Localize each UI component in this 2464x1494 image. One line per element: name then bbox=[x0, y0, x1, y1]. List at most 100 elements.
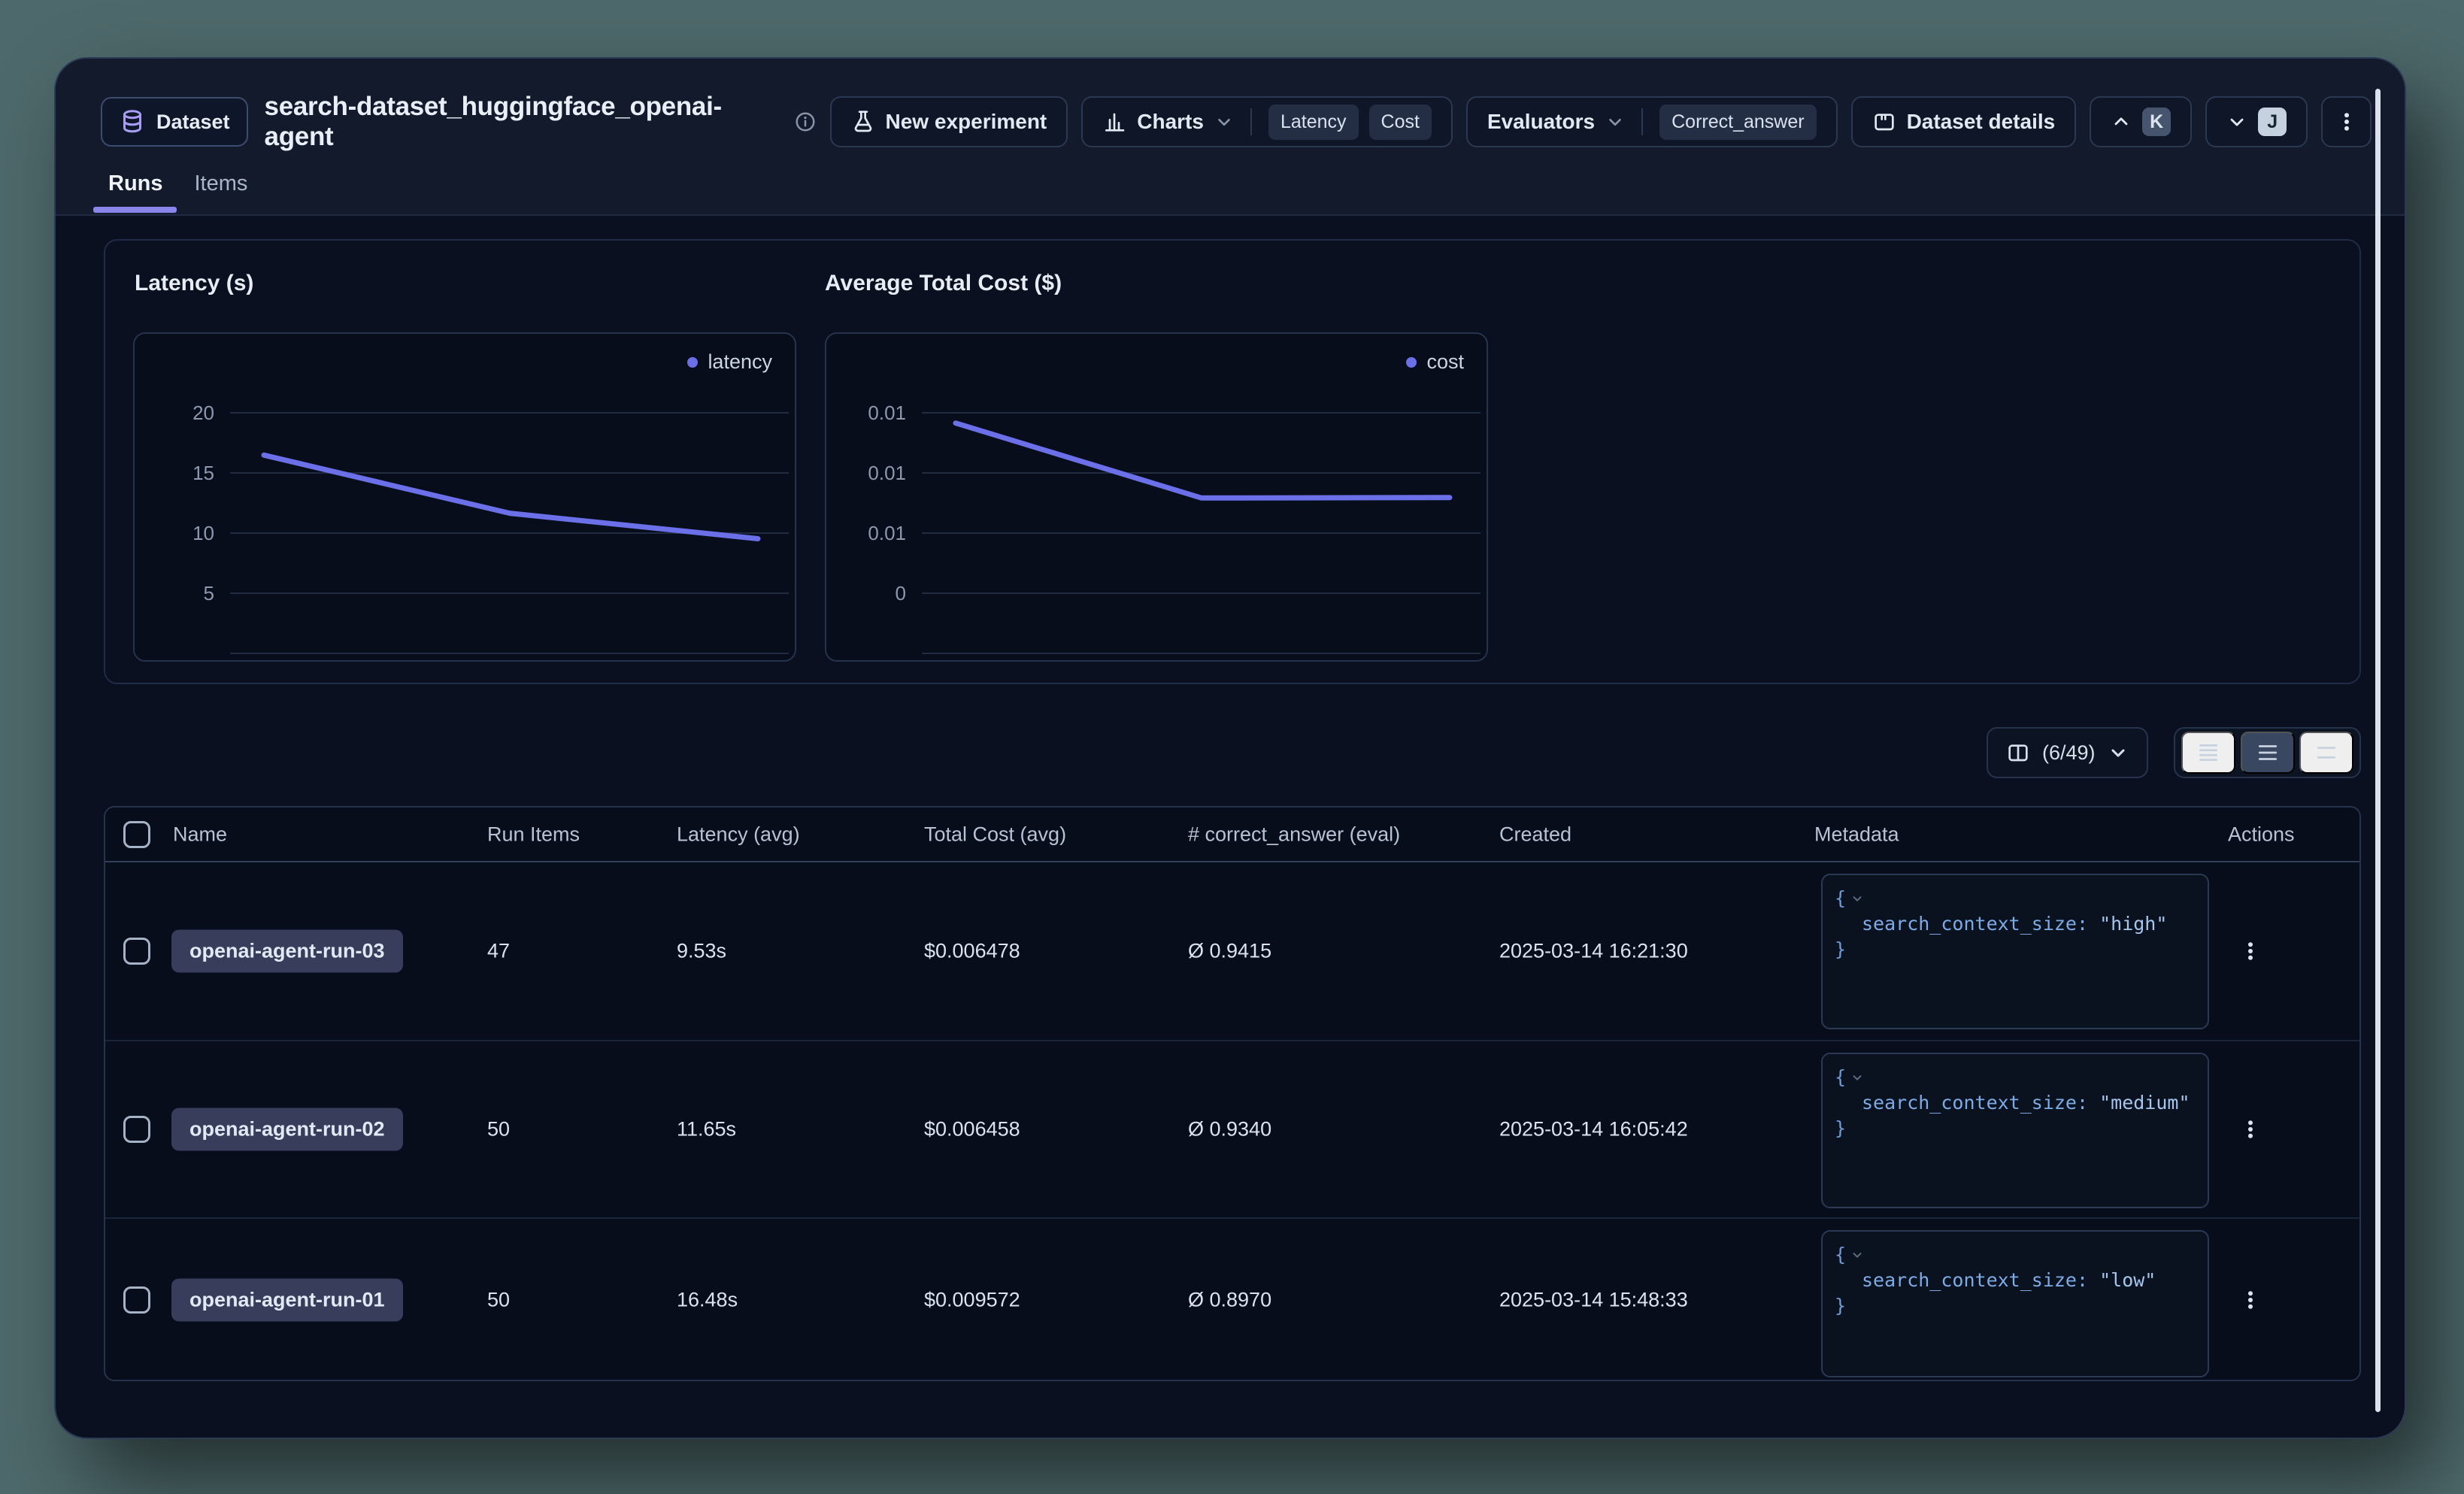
y-tick: 0.01 bbox=[837, 521, 906, 545]
run-items-cell: 50 bbox=[487, 1289, 510, 1312]
tab-bar: Runs Items bbox=[108, 171, 247, 214]
latency-chart-card: latency 20 15 10 5 bbox=[133, 332, 796, 662]
run-name-badge[interactable]: openai-agent-run-01 bbox=[171, 1279, 403, 1322]
column-visibility-button[interactable]: (6/49) bbox=[1987, 727, 2148, 778]
evaluators-menu-label: Evaluators bbox=[1487, 110, 1595, 134]
tab-runs[interactable]: Runs bbox=[108, 171, 163, 214]
active-tab-underline bbox=[93, 207, 177, 213]
cost-chart-title: Average Total Cost ($) bbox=[825, 271, 1062, 296]
evaluators-menu-group[interactable]: Evaluators Correct_answer bbox=[1466, 96, 1838, 147]
charts-menu-group[interactable]: Charts Latency Cost bbox=[1081, 96, 1453, 147]
correct-answer-cell: Ø 0.9340 bbox=[1188, 1118, 1271, 1141]
latency-line-chart bbox=[230, 334, 789, 663]
metadata-key: search_context_size: bbox=[1862, 1092, 2088, 1114]
chevron-down-icon bbox=[1214, 112, 1234, 132]
chevron-down-icon bbox=[1605, 112, 1625, 132]
created-cell: 2025-03-14 15:48:33 bbox=[1499, 1289, 1688, 1312]
y-tick: 10 bbox=[145, 521, 214, 545]
total-cost-cell: $0.006458 bbox=[924, 1118, 1020, 1141]
metadata-json-viewer: { search_context_size: "medium" } bbox=[1821, 1053, 2209, 1208]
json-collapse-chevron-icon[interactable] bbox=[1850, 892, 1864, 905]
dataset-details-label: Dataset details bbox=[1907, 110, 2056, 134]
json-collapse-chevron-icon[interactable] bbox=[1850, 1071, 1864, 1084]
latency-series-line bbox=[264, 455, 758, 538]
metadata-key: search_context_size: bbox=[1862, 913, 2088, 935]
row-checkbox[interactable] bbox=[123, 1286, 150, 1314]
metadata-key: search_context_size: bbox=[1862, 1269, 2088, 1291]
shortcut-key-j: J bbox=[2258, 108, 2287, 136]
chevron-down-icon bbox=[2226, 111, 2247, 132]
table-row[interactable]: openai-agent-run-01 50 16.48s $0.009572 … bbox=[105, 1217, 2359, 1381]
row-actions-kebab-button[interactable] bbox=[2239, 1118, 2262, 1141]
row-height-large-button[interactable] bbox=[2299, 732, 2353, 774]
column-header-total-cost[interactable]: Total Cost (avg) bbox=[924, 823, 1066, 846]
next-run-shortcut-button[interactable]: J bbox=[2205, 96, 2308, 147]
info-icon[interactable] bbox=[794, 111, 817, 133]
charts-section: Latency (s) Average Total Cost ($) laten… bbox=[104, 239, 2361, 684]
column-header-correct-answer[interactable]: # correct_answer (eval) bbox=[1188, 823, 1400, 846]
cost-line-chart bbox=[922, 334, 1481, 663]
table-row[interactable]: openai-agent-run-03 47 9.53s $0.006478 Ø… bbox=[105, 862, 2359, 1040]
evaluator-badge-correct-answer[interactable]: Correct_answer bbox=[1659, 105, 1816, 140]
row-height-medium-button[interactable] bbox=[2241, 732, 2295, 774]
runs-table: Name Run Items Latency (avg) Total Cost … bbox=[104, 806, 2361, 1381]
prev-run-shortcut-button[interactable]: K bbox=[2090, 96, 2192, 147]
column-header-actions: Actions bbox=[2228, 823, 2295, 846]
run-items-cell: 50 bbox=[487, 1118, 510, 1141]
column-header-run-items[interactable]: Run Items bbox=[487, 823, 580, 846]
database-icon bbox=[119, 108, 146, 135]
column-header-name[interactable]: Name bbox=[173, 823, 227, 846]
latency-cell: 9.53s bbox=[677, 940, 726, 963]
select-all-checkbox[interactable] bbox=[123, 821, 150, 848]
y-tick: 0.01 bbox=[837, 401, 906, 425]
chart-badge-cost[interactable]: Cost bbox=[1369, 105, 1432, 140]
metadata-json-viewer: { search_context_size: "high" } bbox=[1821, 874, 2209, 1029]
row-actions-kebab-button[interactable] bbox=[2239, 940, 2262, 962]
bar-chart-icon bbox=[1102, 110, 1126, 134]
new-experiment-button[interactable]: New experiment bbox=[830, 96, 1068, 147]
tab-items[interactable]: Items bbox=[195, 171, 248, 214]
more-actions-button[interactable] bbox=[2321, 96, 2372, 147]
json-collapse-chevron-icon[interactable] bbox=[1850, 1248, 1864, 1262]
rows-medium-icon bbox=[2256, 741, 2280, 765]
run-name-badge[interactable]: openai-agent-run-02 bbox=[171, 1108, 403, 1151]
row-checkbox[interactable] bbox=[123, 1116, 150, 1143]
column-header-metadata[interactable]: Metadata bbox=[1814, 823, 1899, 846]
correct-answer-cell: Ø 0.9415 bbox=[1188, 940, 1271, 963]
dataset-type-badge: Dataset bbox=[101, 97, 248, 147]
dataset-details-button[interactable]: Dataset details bbox=[1851, 96, 2077, 147]
column-header-latency[interactable]: Latency (avg) bbox=[677, 823, 800, 846]
new-experiment-label: New experiment bbox=[886, 110, 1047, 134]
header-toolbar: Dataset search-dataset_huggingface_opena… bbox=[101, 96, 2372, 147]
metadata-value: "low" bbox=[2099, 1269, 2156, 1291]
header-title-group: Dataset search-dataset_huggingface_opena… bbox=[101, 92, 817, 152]
window-header: Dataset search-dataset_huggingface_opena… bbox=[56, 59, 2405, 216]
y-tick: 20 bbox=[145, 401, 214, 425]
y-tick: 0.01 bbox=[837, 461, 906, 485]
latency-cell: 11.65s bbox=[677, 1118, 736, 1141]
divider bbox=[1250, 108, 1252, 135]
y-tick: 15 bbox=[145, 461, 214, 485]
latency-chart-title: Latency (s) bbox=[135, 271, 253, 296]
page-title: search-dataset_huggingface_openai-agent bbox=[265, 92, 777, 152]
row-actions-kebab-button[interactable] bbox=[2239, 1289, 2262, 1311]
divider bbox=[1641, 108, 1643, 135]
metadata-value: "medium" bbox=[2099, 1092, 2190, 1114]
y-tick: 5 bbox=[145, 581, 214, 605]
columns-count-label: (6/49) bbox=[2042, 741, 2096, 765]
row-checkbox[interactable] bbox=[123, 938, 150, 965]
kebab-menu-icon bbox=[2335, 111, 2358, 133]
chevron-down-icon bbox=[2108, 742, 2129, 763]
column-header-created[interactable]: Created bbox=[1499, 823, 1571, 846]
panel-icon bbox=[1872, 110, 1896, 134]
table-row[interactable]: openai-agent-run-02 50 11.65s $0.006458 … bbox=[105, 1040, 2359, 1217]
total-cost-cell: $0.006478 bbox=[924, 940, 1020, 963]
row-height-small-button[interactable] bbox=[2181, 732, 2235, 774]
correct-answer-cell: Ø 0.8970 bbox=[1188, 1289, 1271, 1312]
run-name-badge[interactable]: openai-agent-run-03 bbox=[171, 930, 403, 973]
vertical-scrollbar[interactable] bbox=[2375, 89, 2381, 1412]
chart-badge-latency[interactable]: Latency bbox=[1268, 105, 1359, 140]
created-cell: 2025-03-14 16:05:42 bbox=[1499, 1118, 1688, 1141]
charts-menu-label: Charts bbox=[1137, 110, 1204, 134]
total-cost-cell: $0.009572 bbox=[924, 1289, 1020, 1312]
